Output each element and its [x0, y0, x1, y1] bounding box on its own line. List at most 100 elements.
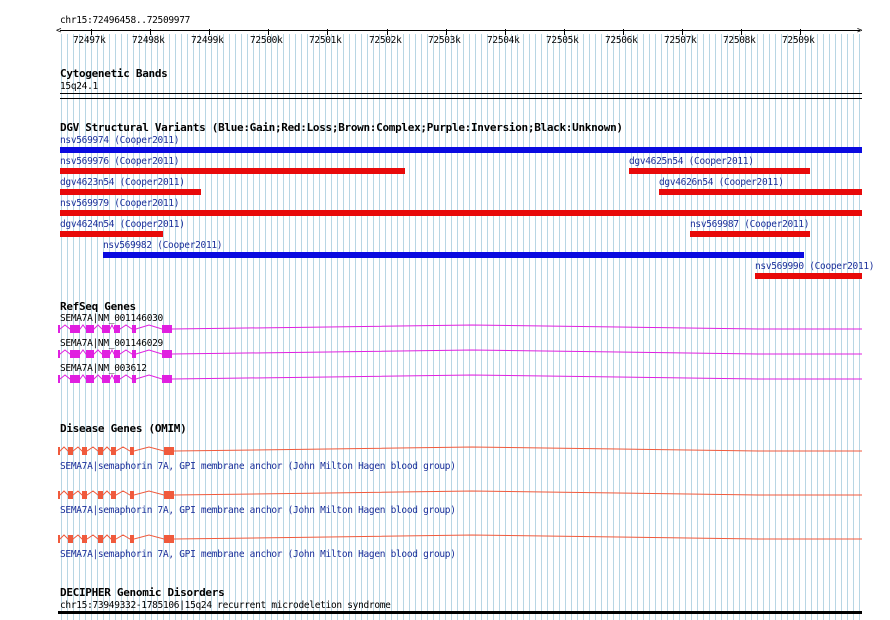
exon — [58, 350, 60, 358]
variant-label[interactable]: dgv4625n54 (Cooper2011) — [629, 156, 754, 167]
exon — [82, 447, 87, 455]
exon — [114, 375, 120, 383]
variant-label[interactable]: nsv569982 (Cooper2011) — [103, 240, 223, 251]
ruler-tick-label: 72507k — [664, 35, 697, 46]
intron-line — [58, 446, 862, 452]
exon — [130, 447, 134, 455]
dgv-track-title: DGV Structural Variants (Blue:Gain;Red:L… — [60, 121, 623, 134]
exon — [98, 491, 103, 499]
exon — [162, 375, 172, 383]
variant-bar[interactable] — [60, 231, 163, 237]
variant-bar[interactable] — [60, 189, 201, 195]
ruler-left-arrow-icon[interactable]: < — [56, 27, 61, 36]
exon — [162, 325, 172, 333]
exon — [58, 535, 60, 543]
exon — [102, 375, 110, 383]
ruler-tick-label: 72497k — [73, 35, 106, 46]
gene-model[interactable] — [58, 322, 862, 338]
gene-model[interactable] — [58, 347, 862, 363]
ruler-tick-label: 72506k — [605, 35, 638, 46]
variant-bar[interactable] — [60, 210, 862, 216]
variant-bar[interactable] — [60, 147, 862, 153]
variant-label[interactable]: nsv569974 (Cooper2011) — [60, 135, 180, 146]
variant-bar[interactable] — [659, 189, 862, 195]
exon — [111, 535, 116, 543]
variant-label[interactable]: nsv569987 (Cooper2011) — [690, 219, 810, 230]
variant-bar[interactable] — [60, 168, 405, 174]
ruler-axis — [60, 30, 860, 31]
ruler-tick-label: 72505k — [546, 35, 579, 46]
exon — [111, 447, 116, 455]
cytoband-label[interactable]: 15q24.1 — [60, 81, 98, 92]
exon — [164, 447, 174, 455]
ruler-tick-label: 72498k — [132, 35, 165, 46]
gene-model[interactable] — [58, 532, 862, 548]
ruler-tick-label: 72500k — [250, 35, 283, 46]
exon — [164, 491, 174, 499]
variant-bar[interactable] — [103, 252, 804, 258]
intron-line — [58, 373, 862, 380]
exon — [86, 375, 94, 383]
variant-label[interactable]: nsv569979 (Cooper2011) — [60, 198, 180, 209]
decipher-bar[interactable] — [58, 611, 862, 614]
gene-model[interactable] — [58, 444, 862, 460]
exon — [70, 375, 80, 383]
exon — [58, 375, 60, 383]
exon — [130, 491, 134, 499]
exon — [58, 447, 60, 455]
ruler-right-arrow-icon[interactable]: > — [857, 27, 862, 36]
refseq-track-title: RefSeq Genes — [60, 300, 136, 313]
ruler-tick-label: 72499k — [191, 35, 224, 46]
variant-label[interactable]: dgv4624n54 (Cooper2011) — [60, 219, 185, 230]
exon — [162, 350, 172, 358]
variant-bar[interactable] — [755, 273, 862, 279]
intron-line — [58, 534, 862, 540]
gene-model[interactable] — [58, 488, 862, 504]
exon — [111, 491, 116, 499]
ruler-tick-label: 72503k — [428, 35, 461, 46]
gene-label[interactable]: SEMA7A|semaphorin 7A, GPI membrane ancho… — [60, 461, 456, 472]
variant-label[interactable]: nsv569976 (Cooper2011) — [60, 156, 180, 167]
variant-bar[interactable] — [629, 168, 810, 174]
exon — [132, 325, 136, 333]
exon — [68, 491, 73, 499]
ruler-tick-label: 72502k — [369, 35, 402, 46]
variant-bar[interactable] — [690, 231, 810, 237]
exon — [86, 325, 94, 333]
exon — [82, 535, 87, 543]
exon — [68, 447, 73, 455]
variant-label[interactable]: nsv569990 (Cooper2011) — [755, 261, 875, 272]
cytoband-line-2 — [60, 98, 862, 99]
ruler-tick-label: 72504k — [487, 35, 520, 46]
exon — [86, 350, 94, 358]
cytoband-line — [60, 93, 862, 94]
exon — [102, 350, 110, 358]
exon — [58, 325, 60, 333]
gene-model[interactable] — [58, 372, 862, 388]
exon — [70, 350, 80, 358]
variant-label[interactable]: dgv4623n54 (Cooper2011) — [60, 177, 185, 188]
gene-label[interactable]: SEMA7A|semaphorin 7A, GPI membrane ancho… — [60, 549, 456, 560]
intron-line — [58, 490, 862, 496]
exon — [98, 447, 103, 455]
exon — [68, 535, 73, 543]
gene-label[interactable]: SEMA7A|semaphorin 7A, GPI membrane ancho… — [60, 505, 456, 516]
exon — [58, 491, 60, 499]
decipher-track-title: DECIPHER Genomic Disorders — [60, 586, 225, 599]
exon — [132, 350, 136, 358]
exon — [70, 325, 80, 333]
ruler-tick-label: 72509k — [782, 35, 815, 46]
ruler-tick-label: 72508k — [723, 35, 756, 46]
exon — [82, 491, 87, 499]
variant-label[interactable]: dgv4626n54 (Cooper2011) — [659, 177, 784, 188]
intron-line — [58, 348, 862, 355]
genome-browser: chr15:72496458..72509977 < > 72497k 72498… — [0, 0, 890, 620]
intron-line — [58, 323, 862, 330]
omim-track-title: Disease Genes (OMIM) — [60, 422, 187, 435]
exon — [98, 535, 103, 543]
region-label: chr15:72496458..72509977 — [60, 15, 191, 26]
decipher-entry-label[interactable]: chr15:73949332-1785106|15q24 recurrent m… — [60, 600, 391, 611]
exon — [130, 535, 134, 543]
cytoband-track-title: Cytogenetic Bands — [60, 67, 168, 80]
ruler-tick-label: 72501k — [309, 35, 342, 46]
